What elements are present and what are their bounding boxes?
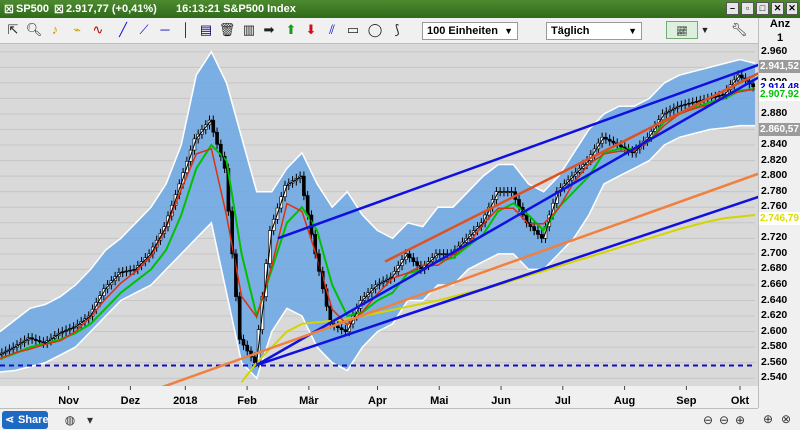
y-tick-label: 2.720 [761,231,788,244]
right-panel: Anz 1 2.9602.9402.9202.9002.8802.8602.84… [1,18,800,430]
y-tick-label: 2.560 [761,355,788,368]
x-tick-label: Sep [676,395,696,407]
more-chevron-icon[interactable]: ▾ [82,412,98,428]
polyline-icon[interactable]: ⟆ [388,21,406,39]
title-checkbox[interactable]: ☒ [4,3,14,16]
pan-right-icon[interactable]: ⊗ [778,411,794,427]
x-tick-label: Nov [58,395,80,407]
y-tick-label: 2.600 [761,324,788,337]
y-tick-label: 2.800 [761,169,788,182]
x-tick-label: Apr [368,395,388,407]
x-tick-label: Okt [731,395,750,407]
x-tick-label: Dez [121,395,141,407]
close-icon[interactable]: ✕ [771,2,784,15]
minimize-button[interactable]: – [726,2,739,15]
indicator-menu-chevron-icon[interactable]: ▼ [700,21,710,39]
y-tick-label: 2.680 [761,262,788,275]
x-tick-label: Mai [430,395,448,407]
price-change-label: 2.917,77 (+0,41%) [66,3,157,15]
y-tick-label: 2.760 [761,200,788,213]
y-tick-label: 2.620 [761,309,788,321]
close-2-icon[interactable]: ✕ [786,2,798,15]
y-tick-label: 2.660 [761,278,788,290]
alarm-icon[interactable]: ♪ [46,21,64,39]
arrow-right-icon[interactable]: ➡ [260,21,278,39]
chevron-down-icon: ▼ [628,26,637,36]
fibonacci-icon[interactable]: ▤ [197,21,215,39]
y-tick-label: 2.880 [761,107,788,119]
zoom-in-icon[interactable]: ⊕ [732,412,748,428]
x-tick-label: Aug [614,395,635,407]
rectangle-icon[interactable]: ▭ [344,21,362,39]
text-icon[interactable]: ▥ [240,21,258,39]
line-icon[interactable]: ╱ [114,21,132,39]
arrow-down-icon[interactable]: ⬇ [302,21,320,39]
y-tick-label: 2.580 [761,340,788,353]
units-dropdown[interactable]: 100 Einheiten ▼ [422,22,518,40]
signal-icon[interactable]: ⌁ [68,21,86,39]
price-chart[interactable]: Nov Dez 2018 Feb Mär Apr Mai Jun Jul Aug Sep Okt [0,44,758,408]
share-button[interactable]: ⋖ Share [2,411,49,429]
ray-icon[interactable]: ⟋ [135,21,153,39]
chevron-down-icon: ▼ [504,26,513,36]
time-name-label: 16:13:21 S&P500 Index [176,3,296,15]
restore-button[interactable]: ▫ [741,2,754,15]
x-tick-label: Jul [555,395,571,407]
price-label: 2.941,52 [759,60,800,74]
price-label: 2.746,79 [759,211,800,225]
zoom-controls: ⊕ ⊗ [758,408,800,430]
x-tick-label: Jun [491,395,511,407]
y-tick-label: 2.780 [761,184,788,197]
globe-icon[interactable]: ◍ [62,412,78,428]
y-tick-label: 2.700 [761,246,788,259]
y-tick-label: 2.840 [761,138,788,150]
anz-value: 1 [776,32,784,44]
period-dropdown[interactable]: Täglich ▼ [546,22,642,40]
indicator-icon[interactable]: 📈︎ [666,21,698,39]
horizontal-line-icon[interactable]: ─ [156,21,174,39]
vertical-line-icon[interactable]: │ [177,21,195,39]
price-label: 2.907,92 [759,87,800,101]
y-tick-label: 2.540 [761,371,788,384]
arrow-up-icon[interactable]: ⬆ [282,21,300,39]
zoom-icon[interactable]: 🔍︎ [25,21,43,39]
y-tick-label: 2.960 [761,44,788,57]
trendline-icon[interactable]: ∿ [89,21,107,39]
channel-icon[interactable]: ⫽ [323,21,341,39]
title-bar: ☒ SP500 ☒ 2.917,77 (+0,41%) 16:13:21 S&P… [0,0,800,18]
toolbar: ⇱ 🔍︎ ♪ ⌁ ∿ ╱ ⟋ ─ │ ▤ 🗑︎ ▥ ➡ ⬆ ⬇ ⫽ ▭ ◯ ⟆ … [0,18,758,44]
zoom-out-icon[interactable]: ⊖ [716,412,732,428]
cursor-icon[interactable]: ⇱ [4,21,22,39]
y-tick-label: 2.820 [761,153,788,166]
x-tick-label: 2018 [173,395,197,407]
settings-wrench-icon[interactable]: 🔧︎ [730,21,748,39]
title-checkbox-2[interactable]: ☒ [54,3,64,16]
zoom-reset-icon[interactable]: ⊕ [760,411,776,427]
symbol-label: SP500 [16,3,50,15]
anz-label: Anz [769,18,791,30]
x-tick-label: Mär [299,395,319,407]
y-tick-label: 2.640 [761,293,788,306]
scroll-left-icon[interactable]: ⊖ [700,412,716,428]
bottom-bar: ⋖ Share ◍ ▾ ⊖ ⊖ ⊕ [0,408,758,430]
trash-icon[interactable]: 🗑︎ [218,21,236,39]
maximize-button[interactable]: □ [756,2,769,15]
price-label: 2.860,57 [759,123,800,137]
ellipse-icon[interactable]: ◯ [366,21,384,39]
share-icon: ⋖ [5,414,15,426]
chart-window: ☒ SP500 ☒ 2.917,77 (+0,41%) 16:13:21 S&P… [0,0,800,430]
x-tick-label: Feb [237,395,257,407]
